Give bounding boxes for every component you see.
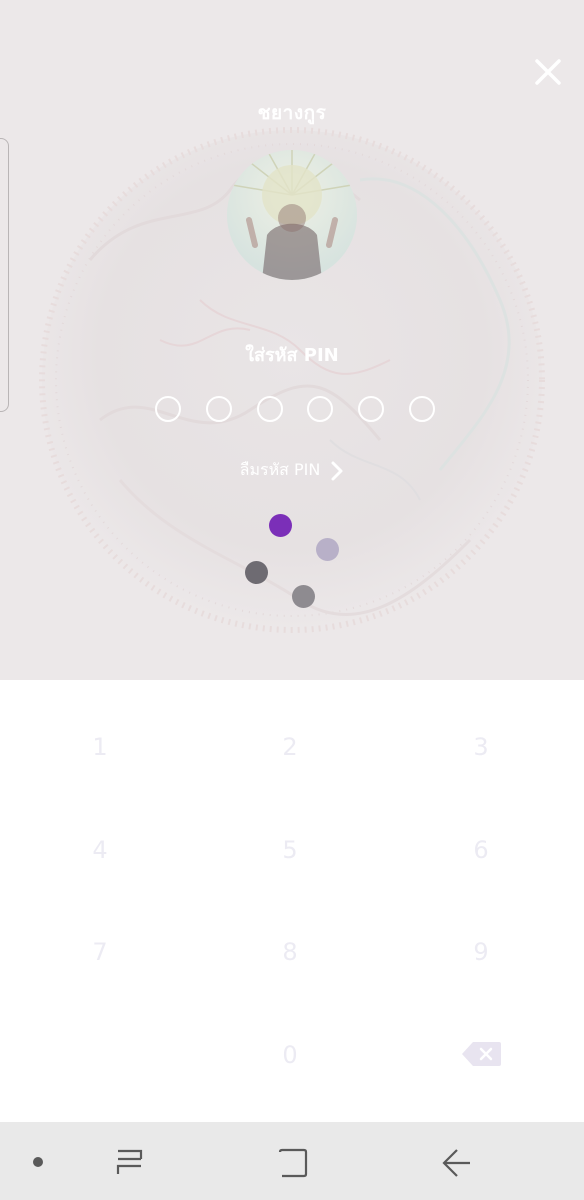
forgot-pin-link[interactable]: ลืมรหัส PIN: [0, 458, 584, 483]
pin-dot: [155, 396, 181, 422]
pin-screen-header: ชยางกูร ใส่รหัส PIN ลืมรหัส PIN: [0, 0, 584, 680]
pin-dot: [408, 396, 435, 422]
pin-dot: [205, 396, 232, 422]
pin-prompt-title: ใส่รหัส PIN: [245, 345, 339, 366]
key-4[interactable]: 4: [40, 810, 160, 890]
recent-apps-button[interactable]: [113, 1146, 147, 1180]
pin-dot: [256, 396, 283, 422]
pin-dot: [307, 396, 334, 422]
chevron-right-icon: [331, 461, 343, 480]
backspace-button[interactable]: [461, 1040, 503, 1068]
spinner-dot: [316, 538, 339, 561]
backspace-icon: [462, 1042, 501, 1066]
home-icon: [278, 1148, 308, 1178]
key-0[interactable]: 0: [230, 1015, 350, 1095]
forgot-pin-label: ลืมรหัส PIN: [239, 460, 321, 479]
key-9[interactable]: 9: [421, 912, 541, 992]
system-navigation-bar: [0, 1122, 584, 1200]
pin-indicator: [155, 396, 435, 426]
close-icon: [535, 59, 561, 85]
pin-dot: [358, 396, 385, 422]
loading-spinner: [240, 510, 350, 615]
key-8[interactable]: 8: [230, 912, 350, 992]
key-5[interactable]: 5: [230, 810, 350, 890]
dot-icon: [33, 1157, 43, 1167]
key-3[interactable]: 3: [421, 707, 541, 787]
key-6[interactable]: 6: [421, 810, 541, 890]
spinner-dot: [292, 585, 315, 608]
spinner-dot: [245, 561, 268, 584]
back-icon: [442, 1149, 470, 1177]
home-button[interactable]: [276, 1146, 310, 1180]
spinner-dot: [269, 514, 292, 537]
key-7[interactable]: 7: [40, 912, 160, 992]
nav-dot-button[interactable]: [22, 1146, 56, 1180]
back-button[interactable]: [440, 1146, 474, 1180]
avatar: [227, 150, 357, 280]
key-2[interactable]: 2: [230, 707, 350, 787]
close-button[interactable]: [528, 52, 568, 92]
recent-apps-icon: [116, 1149, 143, 1174]
side-edge-panel-handle[interactable]: [0, 138, 9, 412]
account-name: ชยางกูร: [257, 102, 327, 124]
key-1[interactable]: 1: [40, 707, 160, 787]
